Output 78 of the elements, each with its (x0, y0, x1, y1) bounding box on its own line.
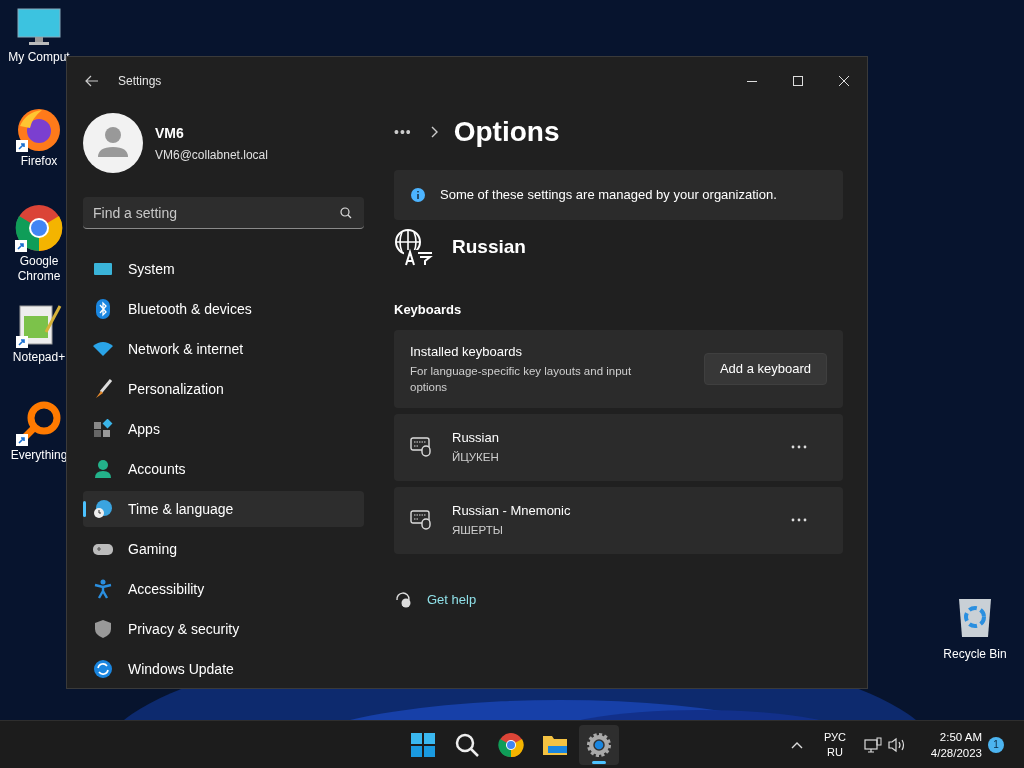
desktop-icon-label[interactable]: My Comput (8, 50, 70, 65)
clock-time[interactable]: 2:50 AM (939, 728, 982, 745)
more-options-icon[interactable] (791, 445, 807, 449)
chrome-icon (15, 204, 63, 252)
desktop-icon-label[interactable]: Everything (10, 448, 68, 463)
info-icon (410, 187, 426, 203)
nav-item[interactable]: Apps (83, 411, 364, 447)
add-keyboard-button[interactable]: Add a keyboard (703, 352, 827, 385)
network-icon[interactable] (864, 736, 882, 753)
maximize-icon (793, 76, 803, 86)
nav-item[interactable]: Personalization (83, 371, 364, 407)
nav-item[interactable]: Accounts (83, 451, 364, 487)
keyboard-name: Russian - Mnemonic (452, 501, 571, 520)
info-text: Some of these settings are managed by your organization. (440, 186, 777, 205)
apps-icon (93, 419, 113, 439)
account-name: VM6 (155, 123, 185, 143)
keyboard-layout: ЙЦУКЕН (452, 450, 499, 466)
fox-globe-icon (16, 106, 62, 152)
taskbar-button[interactable] (579, 724, 619, 765)
page-title: Options (453, 115, 560, 149)
minimize-icon (747, 80, 757, 82)
desktop-icon-label[interactable]: Recycle Bin (943, 645, 1007, 663)
desktop-icon-label[interactable]: Firefox (20, 154, 58, 169)
window-title: Settings (118, 73, 162, 90)
help-icon (394, 590, 412, 609)
back-arrow-icon[interactable] (85, 75, 99, 87)
nav-item[interactable]: System (83, 251, 364, 287)
wifi-icon (93, 339, 113, 359)
nav-item[interactable]: Time & language (83, 491, 364, 527)
search-field[interactable]: Find a setting (83, 197, 364, 229)
nav-item[interactable]: Bluetooth & devices (83, 291, 364, 327)
card-title: Installed keyboards (410, 342, 523, 361)
person-icon (93, 459, 113, 479)
input-region[interactable]: RU (827, 744, 843, 760)
accessibility-icon (93, 579, 113, 599)
language-icon (394, 228, 434, 266)
nav-item[interactable]: Privacy & security (83, 611, 364, 647)
section-heading: Keyboards (394, 301, 463, 319)
search-icon[interactable] (454, 731, 480, 758)
nav-item[interactable]: Network & internet (83, 331, 364, 367)
card-description: For language-specific key layouts and input options (410, 364, 633, 396)
desktop-icon-label[interactable]: Google Chrome (9, 254, 69, 284)
update-icon (93, 659, 113, 679)
nav-item[interactable]: Gaming (83, 531, 364, 567)
chevron-up-icon[interactable] (791, 740, 803, 749)
monitor-icon (17, 8, 61, 48)
nav-item[interactable]: Accessibility (83, 571, 364, 607)
gear-icon[interactable] (586, 731, 612, 758)
chrome-icon[interactable] (498, 731, 524, 758)
globe-clock-icon (93, 499, 113, 519)
notification-badge[interactable]: 1 (988, 736, 1004, 753)
recycle-bin-icon[interactable] (957, 597, 993, 639)
notepad-icon (16, 302, 62, 348)
keyboard-mouse-icon (410, 510, 432, 530)
volume-icon[interactable] (888, 736, 906, 753)
keyboard-name: Russian (452, 428, 499, 447)
keyboard-mouse-icon (410, 437, 432, 457)
breadcrumb-overflow[interactable]: ••• (394, 121, 412, 143)
close-icon (839, 76, 849, 86)
more-options-icon[interactable] (791, 518, 807, 522)
windows-start-icon[interactable] (410, 731, 436, 758)
avatar-icon (83, 113, 143, 173)
keyboard-row[interactable]: Russian - Mnemonic ЯШЕРТЫ (394, 486, 843, 554)
brush-icon (93, 379, 113, 399)
account-email: VM6@collabnet.local (155, 146, 268, 164)
shield-icon (93, 619, 113, 639)
bluetooth-icon (93, 299, 113, 319)
keyboard-row[interactable]: Russian ЙЦУКЕН (394, 413, 843, 481)
active-indicator (592, 760, 606, 764)
get-help-link[interactable]: Get help (427, 589, 477, 609)
chevron-right-icon (429, 126, 438, 138)
input-language[interactable]: РУС (824, 729, 846, 745)
desktop-icon-label[interactable]: Notepad+ (12, 350, 66, 365)
search-icon (340, 207, 352, 219)
keyboard-layout: ЯШЕРТЫ (452, 523, 504, 539)
nav-item[interactable]: Windows Update (83, 651, 364, 687)
language-name: Russian (452, 234, 526, 259)
clock-date[interactable]: 4/28/2023 (930, 744, 982, 761)
